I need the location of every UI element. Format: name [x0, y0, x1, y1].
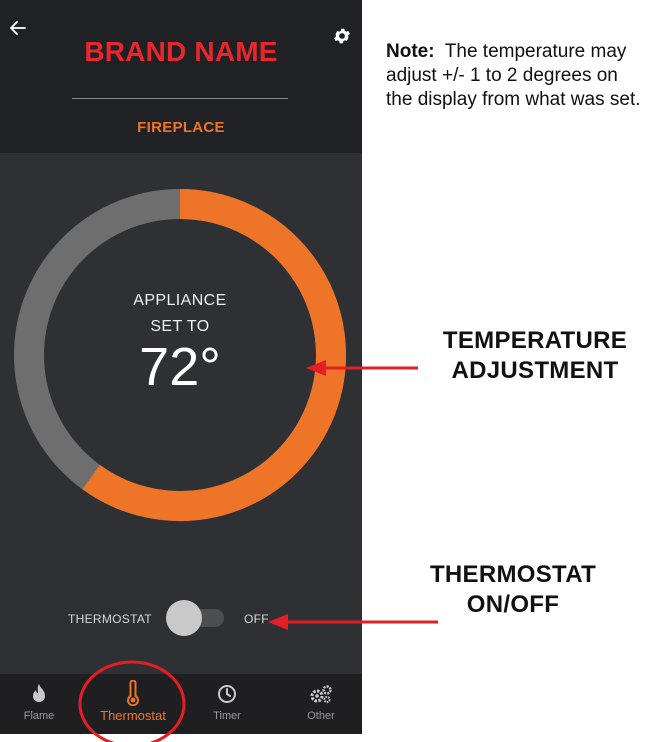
nav-item-timer[interactable]: Timer	[182, 674, 272, 734]
callout-toggle-line2: ON/OFF	[466, 591, 560, 618]
bottom-nav: Flame Thermostat Timer Other	[0, 674, 362, 734]
callout-temp-line1: TEMPERATURE	[442, 327, 628, 354]
thermometer-icon	[127, 680, 139, 706]
back-arrow-icon[interactable]	[8, 18, 28, 38]
flame-icon	[33, 684, 45, 702]
callout-toggle-line1: THERMOSTAT	[429, 561, 597, 588]
nav-label-other: Other	[307, 710, 335, 722]
note-text: Note: The temperature may adjust +/- 1 t…	[386, 40, 648, 112]
thermostat-state: OFF	[244, 612, 269, 626]
gears-icon	[310, 685, 332, 704]
phone-screen: BRAND NAME FIREPLACE APPLIANCE SET TO 72…	[0, 0, 362, 734]
app-header: BRAND NAME FIREPLACE	[0, 0, 362, 153]
switch-thumb	[166, 600, 202, 636]
setpoint-temperature: 72°	[139, 337, 221, 397]
thermostat-label: THERMOSTAT	[68, 612, 152, 626]
thermostat-switch[interactable]	[166, 600, 226, 636]
nav-item-thermostat[interactable]: Thermostat	[88, 674, 178, 734]
thermostat-toggle-row: THERMOSTAT OFF	[0, 600, 362, 636]
nav-label-timer: Timer	[213, 710, 241, 722]
nav-item-flame[interactable]: Flame	[0, 674, 84, 734]
appliance-name: FIREPLACE	[137, 119, 225, 136]
callout-thermostat-onoff: THERMOSTAT ON/OFF	[398, 560, 628, 620]
brand-name: BRAND NAME	[84, 36, 278, 67]
nav-label-thermostat: Thermostat	[100, 708, 166, 723]
dial-label-line1: APPLIANCE	[133, 292, 227, 309]
callout-temperature-adjustment: TEMPERATURE ADJUSTMENT	[420, 326, 650, 386]
callout-temp-line2: ADJUSTMENT	[451, 357, 619, 384]
dial-label-line2: SET TO	[150, 318, 210, 335]
nav-label-flame: Flame	[23, 710, 55, 722]
nav-item-other[interactable]: Other	[276, 674, 362, 734]
temperature-dial[interactable]: APPLIANCE SET TO 72°	[13, 188, 347, 522]
clock-icon	[218, 685, 236, 703]
note-label: Note:	[386, 41, 435, 62]
header-divider	[72, 98, 288, 99]
